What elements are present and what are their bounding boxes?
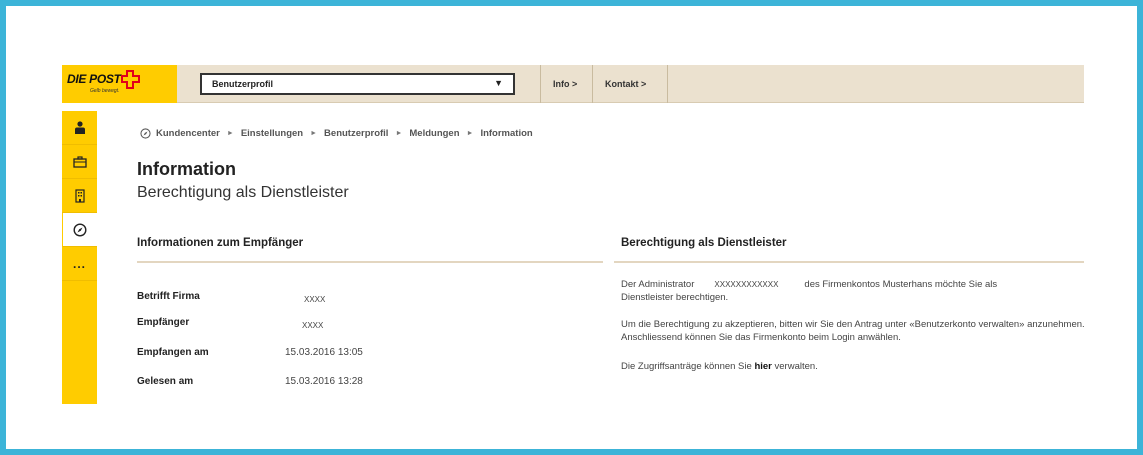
authorization-section-divider xyxy=(614,261,1084,263)
post-cross-icon xyxy=(121,70,140,89)
authorization-paragraph-1: Der Administrator XXXXXXXXXXXX des Firmenk… xyxy=(621,278,1091,304)
value-gelesen-am: 15.03.2016 13:28 xyxy=(285,376,363,387)
top-header: DIE POST Gelb bewegt. Benutzerprofil ▼ I… xyxy=(62,65,1084,103)
kontakt-link[interactable]: Kontakt > xyxy=(592,65,668,103)
compass-icon xyxy=(140,128,151,139)
briefcase-icon xyxy=(72,155,87,168)
breadcrumb-separator-icon: ► xyxy=(226,130,234,137)
breadcrumb: Kundencenter ► Einstellungen ► Benutzerp… xyxy=(140,128,533,139)
label-betrifft-firma: Betrifft Firma xyxy=(137,291,200,302)
person-icon xyxy=(74,120,85,134)
compass-icon xyxy=(73,222,87,237)
value-empfaenger: XXXX xyxy=(302,321,324,330)
label-empfaenger: Empfänger xyxy=(137,317,190,328)
breadcrumb-item-information: Information xyxy=(480,128,533,139)
logo-text: DIE POST xyxy=(67,72,121,86)
p1-admin-name: XXXXXXXXXXXX xyxy=(714,280,779,289)
breadcrumb-item-einstellungen[interactable]: Einstellungen xyxy=(241,128,303,139)
p3-text-before: Die Zugriffsanträge können Sie xyxy=(621,361,752,372)
authorization-section-title: Berechtigung als Dienstleister xyxy=(621,237,787,249)
breadcrumb-separator-icon: ► xyxy=(466,130,474,137)
post-logo[interactable]: DIE POST Gelb bewegt. xyxy=(62,65,177,103)
logo-tagline: Gelb bewegt. xyxy=(90,88,120,94)
page-title: Information xyxy=(137,159,236,179)
profile-select-value: Benutzerprofil xyxy=(212,79,274,89)
building-icon xyxy=(74,188,85,203)
info-link[interactable]: Info > xyxy=(540,65,592,103)
p3-text-after: verwalten. xyxy=(774,361,818,372)
sidebar-item-business[interactable] xyxy=(62,145,97,179)
sidebar: ... xyxy=(62,111,97,404)
sidebar-item-more[interactable]: ... xyxy=(62,247,97,281)
sidebar-item-profile[interactable] xyxy=(62,111,97,145)
label-gelesen-am: Gelesen am xyxy=(137,376,194,387)
breadcrumb-item-meldungen[interactable]: Meldungen xyxy=(409,128,459,139)
page-subtitle: Berechtigung als Dienstleister xyxy=(137,184,349,201)
sidebar-item-company[interactable] xyxy=(62,179,97,213)
breadcrumb-separator-icon: ► xyxy=(310,130,318,137)
recipient-section-title: Informationen zum Empfänger xyxy=(137,237,304,249)
breadcrumb-separator-icon: ► xyxy=(395,130,403,137)
label-empfangen-am: Empfangen am xyxy=(137,347,209,358)
profile-select[interactable]: Benutzerprofil ▼ xyxy=(200,73,515,95)
breadcrumb-item-benutzerprofil[interactable]: Benutzerprofil xyxy=(324,128,388,139)
authorization-paragraph-3: Die Zugriffsanträge können Sie hier verw… xyxy=(621,360,1091,373)
p1-admin-end: Dienstleister berechtigen. xyxy=(621,292,729,303)
recipient-section-divider xyxy=(137,261,603,263)
more-icon: ... xyxy=(72,256,86,271)
breadcrumb-item-kundencenter[interactable]: Kundencenter xyxy=(156,128,220,139)
authorization-paragraph-2: Um die Berechtigung zu akzeptieren, bitt… xyxy=(621,319,1085,343)
p1-admin-label: Der Administrator xyxy=(621,279,695,290)
value-empfangen-am: 15.03.2016 13:05 xyxy=(285,347,363,358)
p1-admin-rest: des Firmenkontos Musterhans möchte Sie a… xyxy=(804,279,998,290)
manage-requests-link[interactable]: hier xyxy=(754,361,771,372)
value-betrifft-firma: XXXX xyxy=(304,295,326,304)
sidebar-item-customer-center[interactable] xyxy=(62,213,97,247)
dropdown-arrow-icon: ▼ xyxy=(494,78,503,88)
